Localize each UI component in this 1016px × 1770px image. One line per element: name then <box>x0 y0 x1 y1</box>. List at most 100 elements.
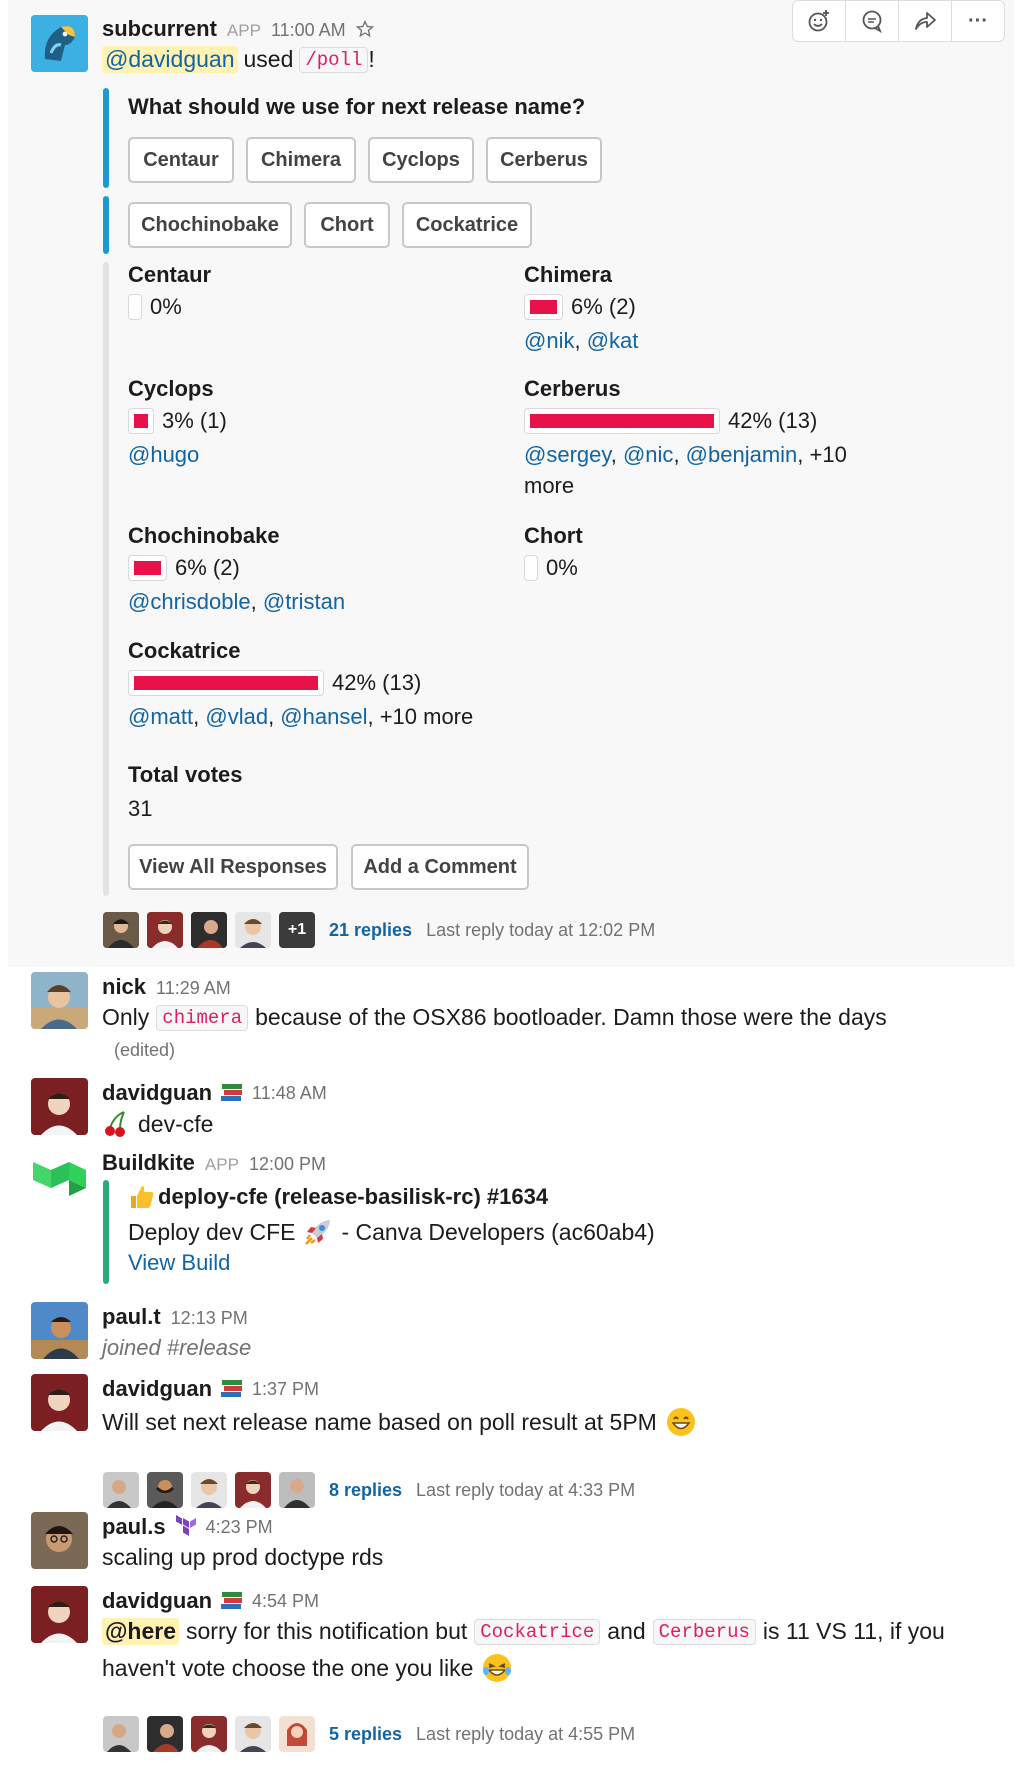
thread-summary[interactable]: +1 21 replies Last reply today at 12:02 … <box>103 912 655 948</box>
poll-option-chimera-button[interactable]: Chimera <box>246 137 356 183</box>
poll-option-centaur-button[interactable]: Centaur <box>128 137 234 183</box>
avatar <box>191 1716 227 1752</box>
message-header: Buildkite APP 12:00 PM <box>102 1150 326 1176</box>
last-reply-text: Last reply today at 4:33 PM <box>416 1479 636 1500</box>
avatar[interactable] <box>31 1148 88 1205</box>
voter-mention[interactable]: @sergey <box>524 442 611 467</box>
poll-option-chort-button[interactable]: Chort <box>304 202 390 248</box>
author-name[interactable]: davidguan <box>102 1080 212 1106</box>
result-percent: 3% (1) <box>162 408 227 433</box>
result-voters: @sergey, @nic, @benjamin, +10 more <box>524 442 847 498</box>
view-build-link[interactable]: View Build <box>128 1250 230 1276</box>
system-message: joined #release <box>102 1335 252 1360</box>
author-name[interactable]: davidguan <box>102 1588 212 1614</box>
avatar[interactable] <box>31 972 88 1029</box>
attachment-text: Deploy dev CFE - Canva Developers (ac60a… <box>128 1217 655 1247</box>
author-name[interactable]: Buildkite <box>102 1150 195 1176</box>
avatar[interactable] <box>31 15 88 72</box>
timestamp[interactable]: 12:13 PM <box>171 1308 248 1329</box>
voter-mention[interactable]: @hansel <box>280 704 367 729</box>
timestamp[interactable]: 11:00 AM <box>271 20 346 41</box>
avatar[interactable] <box>31 1512 88 1569</box>
poll-option-cockatrice-button[interactable]: Cockatrice <box>402 202 532 248</box>
message-body: haven't vote choose the one you like <box>102 1652 513 1684</box>
voter-mention[interactable]: @benjamin <box>686 442 798 467</box>
voter-mention[interactable]: @vlad <box>205 704 268 729</box>
avatar <box>191 912 227 948</box>
add-comment-button[interactable]: Add a Comment <box>351 844 529 890</box>
result-bar-fill <box>530 300 557 314</box>
author-name[interactable]: nick <box>102 974 146 1000</box>
share-icon <box>915 12 936 30</box>
author-name[interactable]: paul.s <box>102 1514 166 1540</box>
voter-mention[interactable]: @nic <box>623 442 673 467</box>
add-reaction-button[interactable] <box>793 1 846 41</box>
voter-mention[interactable]: @kat <box>587 328 639 353</box>
comment-button[interactable] <box>846 1 899 41</box>
inline-code: Cockatrice <box>474 1618 601 1645</box>
view-all-responses-button[interactable]: View All Responses <box>128 844 338 890</box>
timestamp[interactable]: 11:29 AM <box>156 978 231 999</box>
author-name[interactable]: subcurrent <box>102 16 217 42</box>
attachment-title-text[interactable]: deploy-cfe (release-basilisk-rc) #1634 <box>158 1184 548 1210</box>
result-bar-track <box>128 294 142 320</box>
share-button[interactable] <box>899 1 952 41</box>
result-row-centaur: 0% <box>128 294 182 320</box>
star-icon[interactable] <box>355 20 374 38</box>
voter-mention[interactable]: @tristan <box>263 589 345 614</box>
result-bar-track <box>524 408 720 434</box>
message-body: Will set next release name based on poll… <box>102 1406 697 1438</box>
poll-option-cerberus-button[interactable]: Cerberus <box>486 137 602 183</box>
replies-count[interactable]: 21 replies <box>329 920 412 941</box>
result-row-cyclops: 3% (1) <box>128 408 227 434</box>
avatar <box>103 1716 139 1752</box>
more-actions-button[interactable]: ··· <box>952 1 1004 41</box>
avatar <box>147 912 183 948</box>
thread-summary[interactable]: 5 replies Last reply today at 4:55 PM <box>103 1716 635 1752</box>
avatar[interactable] <box>31 1302 88 1359</box>
message-text: because of the OSX86 bootloader. Damn th… <box>255 1004 887 1030</box>
timestamp[interactable]: 12:00 PM <box>249 1154 326 1175</box>
message-text: is 11 VS 11, if you <box>762 1618 945 1644</box>
result-bar-track <box>524 555 538 581</box>
avatar[interactable] <box>31 1078 88 1135</box>
message-text: Will set next release name based on poll… <box>102 1408 657 1435</box>
message-text: ! <box>368 46 375 72</box>
thread-summary[interactable]: 8 replies Last reply today at 4:33 PM <box>103 1472 635 1508</box>
message-text: and <box>607 1618 646 1644</box>
books-emoji-icon <box>221 1084 243 1101</box>
voter-mention[interactable]: @matt <box>128 704 193 729</box>
voter-mention[interactable]: @hugo <box>128 442 199 467</box>
last-reply-text: Last reply today at 4:55 PM <box>416 1723 636 1744</box>
timestamp[interactable]: 1:37 PM <box>252 1379 319 1400</box>
poll-option-chochinobake-button[interactable]: Chochinobake <box>128 202 292 248</box>
timestamp[interactable]: 4:23 PM <box>206 1517 273 1538</box>
author-name[interactable]: davidguan <box>102 1376 212 1402</box>
result-bar-fill <box>134 676 318 690</box>
voter-mention[interactable]: @nik <box>524 328 574 353</box>
user-mention[interactable]: @davidguan <box>102 46 238 73</box>
avatar <box>279 1472 315 1508</box>
replies-count[interactable]: 8 replies <box>329 1480 402 1501</box>
result-bar-track <box>128 670 324 696</box>
result-row-cerberus: 42% (13) <box>524 408 817 434</box>
avatar[interactable] <box>31 1586 88 1643</box>
replies-count[interactable]: 5 replies <box>329 1724 402 1745</box>
author-name[interactable]: paul.t <box>102 1304 161 1330</box>
voter-mention[interactable]: @chrisdoble <box>128 589 251 614</box>
message-header: davidguan 1:37 PM <box>102 1376 319 1402</box>
timestamp[interactable]: 11:48 AM <box>252 1083 327 1104</box>
avatar <box>235 1716 271 1752</box>
attachment-bar <box>103 196 109 254</box>
poll-option-cyclops-button[interactable]: Cyclops <box>368 137 474 183</box>
message-body: @here sorry for this notification but Co… <box>102 1618 945 1645</box>
result-bar-track <box>524 294 563 320</box>
avatar[interactable] <box>31 1374 88 1431</box>
avatar <box>103 912 139 948</box>
here-mention[interactable]: @here <box>102 1618 180 1645</box>
message-actions-toolbar: ··· <box>792 0 1005 42</box>
avatar <box>103 1472 139 1508</box>
cherries-emoji-icon <box>105 1111 125 1137</box>
message-header: nick 11:29 AM <box>102 974 231 1000</box>
timestamp[interactable]: 4:54 PM <box>252 1591 319 1612</box>
